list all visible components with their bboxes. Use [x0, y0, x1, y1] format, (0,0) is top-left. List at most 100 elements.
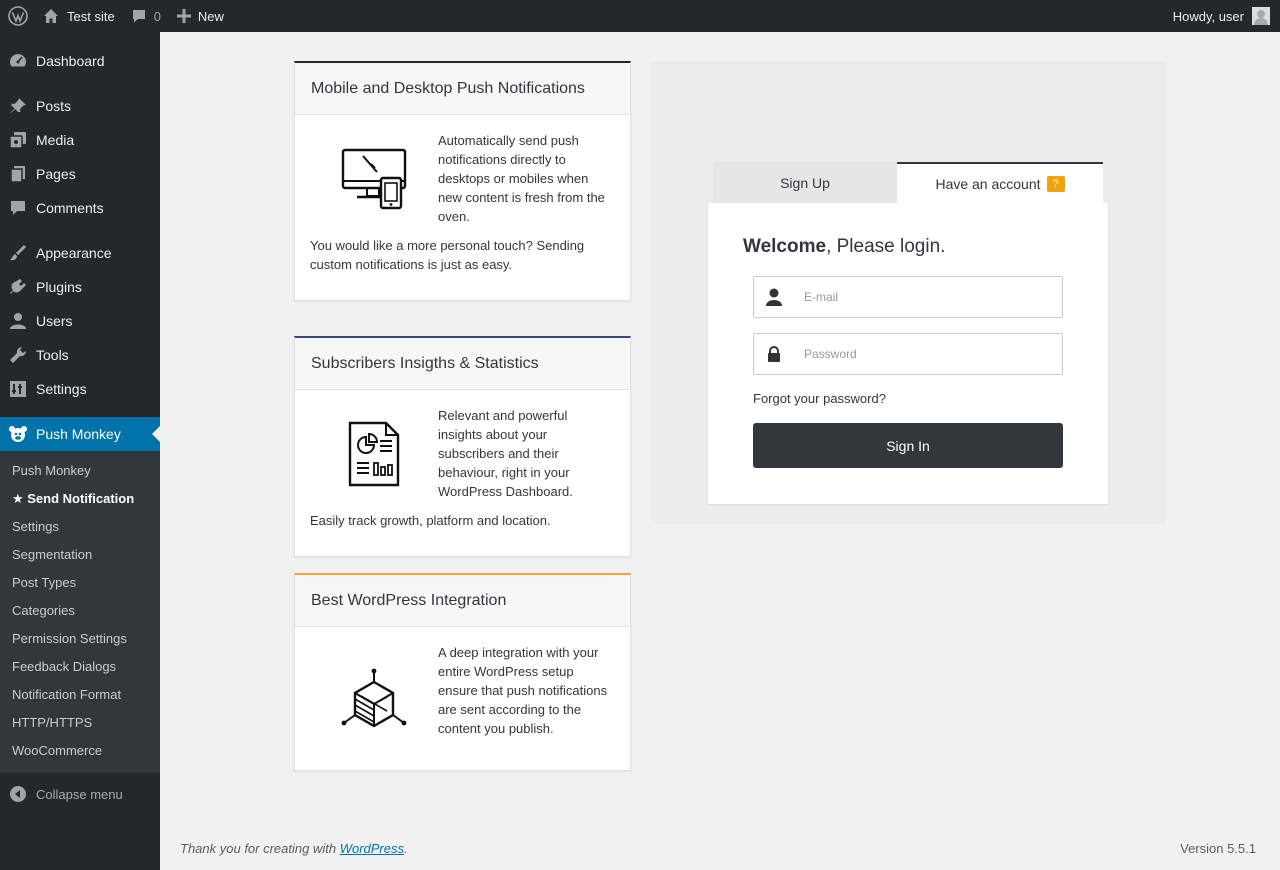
menu-label: Comments [36, 200, 104, 216]
card-body: Automatically send push notifications di… [295, 115, 630, 300]
footer-thanks-prefix: Thank you for creating with [180, 841, 340, 856]
menu-label: Posts [36, 98, 72, 114]
menu-label: Users [36, 313, 73, 329]
collapse-menu-button[interactable]: Collapse menu [0, 777, 160, 811]
version-text: Version 5.5.1 [1180, 841, 1256, 856]
feature-card-push: Mobile and Desktop Push Notifications Au… [294, 61, 631, 301]
new-label: New [197, 8, 224, 24]
admin-bar: Test site 0 New Howdy, user [0, 0, 1280, 32]
menu-comments[interactable]: Comments [0, 191, 160, 225]
card-title: Mobile and Desktop Push Notifications [295, 63, 630, 115]
card-description: You would like a more personal touch? Se… [310, 238, 585, 272]
submenu-http-https[interactable]: HTTP/HTTPS [12, 713, 92, 733]
media-icon [0, 130, 36, 150]
push-monkey-submenu: Push Monkey ★ Send Notification Settings… [0, 451, 160, 773]
menu-posts[interactable]: Posts [0, 89, 160, 123]
submenu-notification-format[interactable]: Notification Format [12, 685, 121, 705]
menu-media[interactable]: Media [0, 123, 160, 157]
home-icon [44, 9, 58, 23]
tab-label: Sign Up [780, 175, 830, 191]
submenu-permission-settings[interactable]: Permission Settings [12, 629, 127, 649]
card-body: A deep integration with your entire Word… [295, 627, 630, 770]
submenu-feedback-dialogs[interactable]: Feedback Dialogs [12, 657, 116, 677]
menu-label: Pages [36, 166, 76, 182]
admin-sidebar: Dashboard Posts Media Pages Comments App… [0, 32, 160, 870]
password-field [753, 333, 1063, 375]
login-form: Welcome, Please login. Forgot your passw… [708, 203, 1108, 504]
devices-icon [310, 131, 438, 227]
menu-label: Tools [36, 347, 69, 363]
collapse-menu-label: Collapse menu [36, 786, 123, 802]
login-tabs: Sign Up Have an account ? [713, 162, 1103, 204]
plugin-icon [0, 277, 36, 297]
user-icon [754, 288, 794, 306]
report-icon [310, 406, 438, 502]
password-input[interactable] [804, 347, 1054, 361]
comment-bubble-icon [132, 10, 145, 23]
wordpress-logo-icon [7, 6, 28, 26]
menu-label: Push Monkey [36, 426, 121, 442]
comments-menu[interactable]: 0 [123, 0, 169, 32]
submenu-woocommerce[interactable]: WooCommerce [12, 741, 102, 761]
forgot-password-link[interactable]: Forgot your password? [753, 391, 886, 406]
menu-appearance[interactable]: Appearance [0, 236, 160, 270]
brush-icon [0, 243, 36, 263]
card-body: Relevant and powerful insights about you… [295, 390, 630, 556]
menu-push-monkey[interactable]: Push Monkey [0, 417, 160, 451]
comments-count: 0 [153, 8, 161, 24]
feature-card-integration: Best WordPress Integration A deep integr… [294, 573, 631, 771]
menu-label: Settings [36, 381, 87, 397]
menu-tools[interactable]: Tools [0, 338, 160, 372]
email-field [753, 276, 1063, 318]
new-content-menu[interactable]: New [169, 0, 232, 32]
settings-icon [0, 379, 36, 399]
pages-icon [0, 164, 36, 184]
wrench-icon [0, 345, 36, 365]
greeting-text: Howdy, user [1172, 8, 1244, 24]
card-title: Subscribers Insigths & Statistics [295, 338, 630, 390]
login-heading: Welcome, Please login. [743, 236, 945, 258]
user-icon [0, 311, 36, 331]
submenu-settings[interactable]: Settings [12, 517, 59, 537]
submenu-send-notification[interactable]: ★ Send Notification [12, 489, 134, 509]
menu-users[interactable]: Users [0, 304, 160, 338]
account-menu[interactable]: Howdy, user [1173, 0, 1270, 32]
comment-icon [0, 198, 36, 218]
card-description: Easily track growth, platform and locati… [310, 513, 551, 528]
welcome-text: , Please login. [826, 236, 946, 257]
monkey-icon [0, 424, 36, 444]
card-title: Best WordPress Integration [295, 575, 630, 627]
menu-pages[interactable]: Pages [0, 157, 160, 191]
submenu-categories[interactable]: Categories [12, 601, 75, 621]
menu-label: Media [36, 132, 75, 148]
footer-thanks-suffix: . [404, 841, 408, 856]
menu-label: Appearance [36, 245, 112, 261]
avatar [1252, 7, 1270, 25]
plus-icon [176, 9, 191, 23]
help-badge[interactable]: ? [1046, 176, 1065, 192]
welcome-bold: Welcome [743, 236, 827, 257]
wordpress-link[interactable]: WordPress [340, 841, 404, 856]
feature-card-statistics: Subscribers Insigths & Statistics Releva… [294, 336, 631, 557]
site-name-menu[interactable]: Test site [35, 0, 123, 32]
wordpress-logo-menu[interactable] [0, 0, 35, 32]
sign-in-button[interactable]: Sign In [753, 423, 1063, 468]
menu-dashboard[interactable]: Dashboard [0, 44, 160, 78]
collapse-arrow-icon [0, 785, 36, 803]
menu-plugins[interactable]: Plugins [0, 270, 160, 304]
submenu-post-types[interactable]: Post Types [12, 573, 76, 593]
submenu-segmentation[interactable]: Segmentation [12, 545, 92, 565]
email-input[interactable] [804, 290, 1054, 304]
footer-thanks: Thank you for creating with WordPress. [180, 841, 408, 856]
tab-have-account[interactable]: Have an account ? [897, 162, 1103, 204]
menu-settings[interactable]: Settings [0, 372, 160, 406]
menu-label: Plugins [36, 279, 82, 295]
site-name: Test site [67, 8, 115, 24]
lock-icon [754, 346, 794, 362]
tab-label: Have an account [935, 176, 1041, 192]
tab-sign-up[interactable]: Sign Up [713, 162, 897, 204]
cube-network-icon [310, 643, 438, 755]
dashboard-icon [0, 51, 36, 71]
submenu-push-monkey[interactable]: Push Monkey [12, 461, 91, 481]
pin-icon [0, 96, 36, 116]
